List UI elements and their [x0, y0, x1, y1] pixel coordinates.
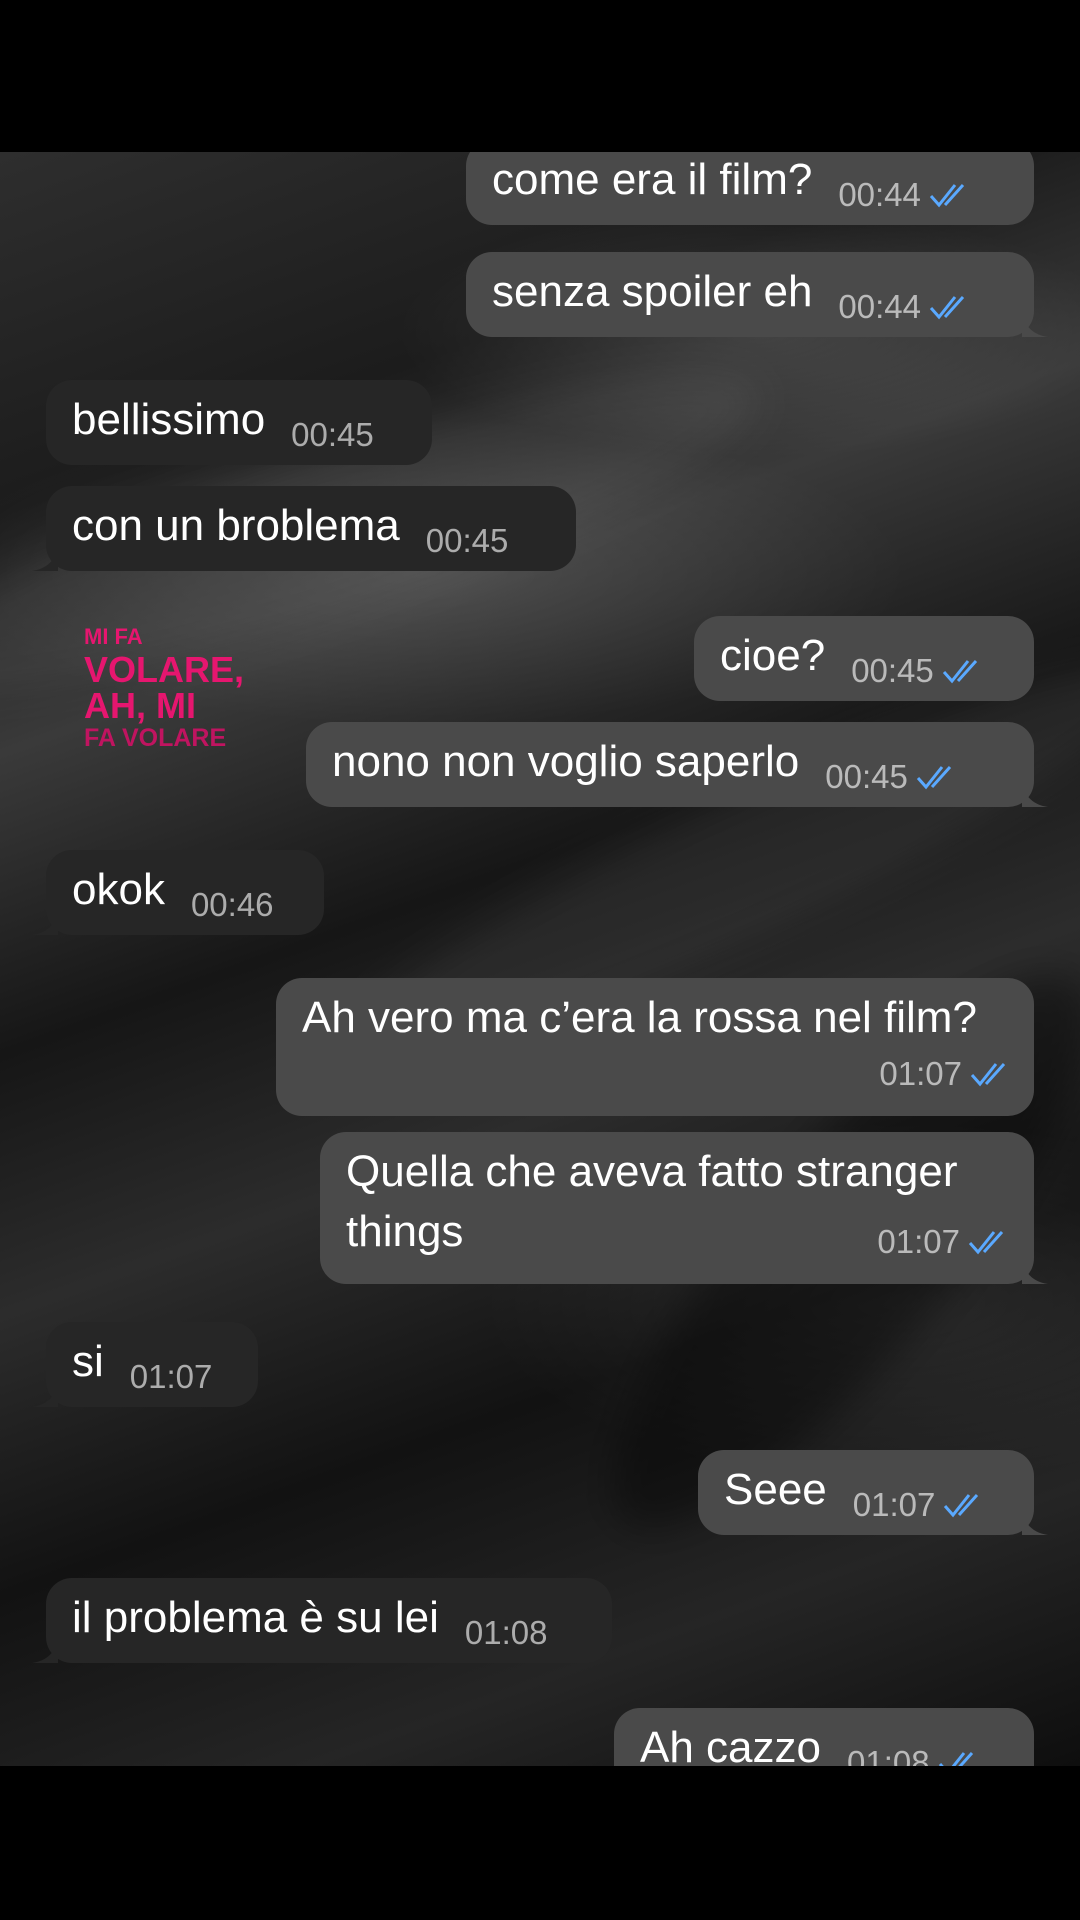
message-time: 00:45	[851, 652, 934, 689]
double-check-icon	[916, 765, 951, 790]
message-incoming[interactable]: bellissimo 00:45	[46, 380, 432, 465]
bubble-tail	[32, 1381, 58, 1407]
sticker-line: MI FA	[84, 624, 143, 649]
message-time: 01:08	[464, 1614, 548, 1651]
message-incoming[interactable]: il problema è su lei 01:08	[32, 1578, 612, 1663]
message-incoming[interactable]: okok 00:46	[32, 850, 324, 935]
double-check-icon	[938, 1751, 973, 1766]
message-time: 01:08	[846, 1744, 930, 1766]
chat-area[interactable]: come era il film? 00:44 senza spoiler eh 0…	[0, 152, 1080, 1766]
message-meta: 00:45	[825, 747, 960, 807]
message-time: 00:46	[190, 886, 274, 923]
message-meta: 01:08	[847, 1733, 982, 1766]
message-text: si	[72, 1337, 104, 1386]
message-text: Ah cazzo	[640, 1723, 821, 1766]
double-check-icon	[942, 659, 977, 684]
sticker[interactable]: MI FA VOLARE, AH, MI FA VOLARE	[84, 626, 274, 751]
bubble-tail	[1022, 781, 1048, 807]
message-outgoing[interactable]: senza spoiler eh 00:44	[466, 252, 1048, 337]
bubble-tail	[32, 909, 58, 935]
message-meta: 00:44	[838, 165, 973, 225]
sticker-line: FA VOLARE	[84, 724, 227, 752]
message-text: Ah vero ma c’era la rossa nel film?	[302, 993, 977, 1042]
double-check-icon	[944, 1493, 979, 1518]
message-time: 00:45	[291, 416, 374, 453]
message-meta: 00:44	[838, 277, 973, 337]
bubble-tail	[1022, 311, 1048, 337]
message-incoming[interactable]: si 01:07	[32, 1322, 258, 1407]
message-text: okok	[72, 865, 165, 914]
message-time: 01:07	[129, 1358, 213, 1395]
message-time: 00:45	[825, 758, 908, 795]
message-time: 00:44	[838, 176, 921, 213]
message-text: il problema è su lei	[72, 1593, 439, 1642]
message-meta: 01:07	[853, 1475, 988, 1535]
bubble-tail	[1022, 1509, 1048, 1535]
message-time: 01:07	[877, 1223, 960, 1260]
message-text: bellissimo	[72, 395, 266, 444]
message-outgoing[interactable]: nono non voglio saperlo 00:45	[306, 722, 1048, 807]
bubble-tail	[32, 1637, 58, 1663]
message-time: 01:07	[879, 1055, 962, 1092]
message-incoming[interactable]: con un broblema 00:45	[32, 486, 576, 571]
message-meta: 01:07	[302, 1044, 1014, 1104]
message-time: 00:44	[838, 288, 922, 325]
message-outgoing[interactable]: Quella che aveva fatto stranger things 0…	[320, 1132, 1048, 1284]
message-outgoing[interactable]: Seee 01:07	[698, 1450, 1048, 1535]
bubble-tail	[32, 545, 58, 571]
double-check-icon	[929, 183, 965, 208]
message-meta: 01:07	[877, 1212, 1012, 1272]
message-time: 01:07	[852, 1486, 936, 1523]
message-text: come era il film?	[492, 155, 813, 204]
double-check-icon	[929, 295, 965, 320]
message-meta: 00:45	[851, 641, 986, 701]
double-check-icon	[968, 1230, 1004, 1255]
message-outgoing[interactable]: cioe? 00:45	[694, 616, 1034, 701]
sticker-line: VOLARE,	[84, 649, 245, 690]
sticker-line: AH, MI	[84, 685, 196, 726]
double-check-icon	[970, 1062, 1006, 1087]
message-time: 00:45	[425, 522, 509, 559]
message-text: cioe?	[720, 631, 826, 680]
message-outgoing[interactable]: come era il film? 00:44	[466, 152, 1034, 225]
message-outgoing[interactable]: Ah cazzo 01:08	[614, 1708, 1034, 1766]
message-text: nono non voglio saperlo	[332, 737, 800, 786]
message-text: con un broblema	[72, 501, 400, 550]
bubble-tail	[1022, 1258, 1048, 1284]
message-text: Seee	[724, 1465, 827, 1514]
message-outgoing[interactable]: Ah vero ma c’era la rossa nel film? 01:0…	[276, 978, 1034, 1116]
message-text: senza spoiler eh	[492, 267, 813, 316]
